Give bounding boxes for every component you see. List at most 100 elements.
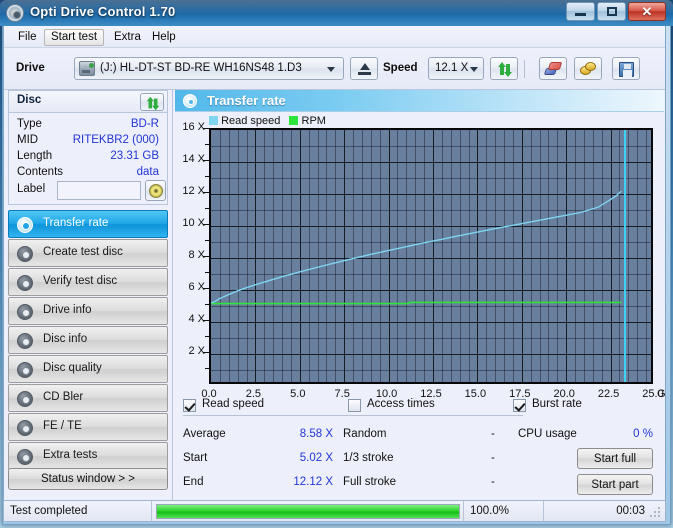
sidebar-item-cd-bler[interactable]: CD Bler — [8, 384, 168, 412]
stat-key-full-stroke: Full stroke — [343, 476, 397, 488]
time-cell: 00:03 — [543, 501, 653, 521]
menu-bar: File Start test Extra Help — [4, 26, 665, 48]
drive-select[interactable]: (J:) HL-DT-ST BD-RE WH16NS48 1.D3 — [74, 57, 344, 80]
page-title: Transfer rate — [207, 93, 286, 108]
disc-value-type: BD-R — [130, 118, 159, 130]
status-window-button[interactable]: Status window > > — [8, 468, 168, 490]
read-speed-checkbox[interactable] — [183, 399, 196, 412]
disc-quality-icon — [17, 362, 33, 378]
stat-value-start: 5.02 X — [299, 452, 333, 464]
y-axis-tick — [203, 352, 209, 353]
sidebar-item-label: Extra tests — [43, 449, 98, 461]
drive-info-icon — [17, 304, 33, 320]
disc-info-body: Type BD-R MID RITEKBR2 (000) Length 23.3… — [8, 112, 168, 205]
sidebar-nav: Transfer rate Create test disc Verify te… — [8, 210, 168, 471]
close-button[interactable]: ✕ — [628, 2, 666, 21]
stat-value-average: 8.58 X — [299, 428, 333, 440]
cd-bler-icon — [17, 391, 33, 407]
disc-group-title: Disc — [17, 94, 42, 106]
divider — [183, 415, 358, 416]
erase-disc-button[interactable] — [539, 57, 567, 80]
status-bar: Test completed 100.0% 00:03 — [3, 500, 666, 522]
menu-file[interactable]: File — [12, 29, 43, 46]
eject-button[interactable] — [350, 57, 378, 80]
panel-header: Transfer rate — [175, 90, 664, 112]
y-axis-tick-label: 14 X — [182, 153, 205, 165]
y-axis-tick — [203, 288, 209, 289]
sidebar-item-fe-te[interactable]: FE / TE — [8, 413, 168, 441]
speed-select[interactable]: 12.1 X — [428, 57, 484, 80]
refresh-drive-button[interactable] — [490, 57, 518, 80]
floppy-save-icon — [619, 62, 634, 77]
coins-icon — [580, 62, 597, 76]
sidebar-item-verify-test-disc[interactable]: Verify test disc — [8, 268, 168, 296]
sidebar-item-label: CD Bler — [43, 391, 84, 403]
divider — [348, 415, 523, 416]
sidebar-item-create-test-disc[interactable]: Create test disc — [8, 239, 168, 267]
transfer-rate-chart: 2 X4 X6 X8 X 10 X 12 X 14 X 16 X 0.0 2.5 5.0 7.5… — [173, 112, 665, 402]
disc-label-button[interactable] — [145, 180, 166, 201]
disc-row-type: Type BD-R — [9, 118, 167, 135]
start-part-button[interactable]: Start part — [577, 474, 653, 495]
percent-cell: 100.0% — [463, 501, 543, 521]
grip-dot — [658, 515, 660, 517]
menu-help[interactable]: Help — [146, 29, 182, 46]
disc-label-input[interactable] — [57, 181, 141, 200]
y-axis-minor-tick — [205, 272, 209, 273]
progress-bar-fill — [157, 505, 459, 518]
progress-cell — [153, 501, 463, 521]
speed-label: Speed — [383, 62, 418, 74]
menu-start-test[interactable]: Start test — [44, 29, 105, 46]
right-panel: Transfer rate Read speed RPM 2 X 4 X 6 X… — [172, 90, 665, 519]
sidebar-item-label: Disc info — [43, 333, 88, 345]
stat-key-start: Start — [183, 452, 208, 464]
transfer-rate-icon — [17, 217, 33, 233]
sidebar-item-label: Create test disc — [43, 246, 123, 258]
left-panel: Disc Type BD-R MID RITEKBR2 (000) Length… — [4, 90, 172, 519]
drive-toolbar: Drive (J:) HL-DT-ST BD-RE WH16NS48 1.D3 … — [4, 48, 665, 90]
disc-key-mid: MID — [17, 134, 39, 146]
sidebar-item-drive-info[interactable]: Drive info — [8, 297, 168, 325]
disc-key-label: Label — [17, 183, 46, 195]
y-axis-tick — [203, 128, 209, 129]
stat-value-random: - — [491, 428, 495, 440]
start-full-button[interactable]: Start full — [577, 448, 653, 469]
app-disc-icon — [6, 4, 24, 22]
refresh-disc-button[interactable] — [140, 93, 164, 111]
minimize-button[interactable] — [566, 2, 595, 21]
y-axis-minor-tick — [205, 240, 209, 241]
sidebar-item-disc-quality[interactable]: Disc quality — [8, 355, 168, 383]
maximize-icon — [598, 3, 625, 20]
burst-rate-label: Burst rate — [532, 398, 582, 410]
stat-key-end: End — [183, 476, 204, 488]
chart-options-row: Read speed Access times Burst rate 88.4 … — [173, 398, 665, 424]
disc-info-icon — [17, 333, 33, 349]
chevron-down-icon — [327, 67, 335, 72]
sidebar-item-transfer-rate[interactable]: Transfer rate — [8, 210, 168, 238]
sidebar-item-label: Verify test disc — [43, 275, 118, 287]
stat-value-one-third-stroke: - — [491, 452, 495, 464]
y-axis-tick-label: 2 X — [188, 345, 205, 357]
disc-group-header: Disc — [8, 90, 168, 112]
y-axis-tick-label: 10 X — [182, 217, 205, 229]
sidebar-item-disc-info[interactable]: Disc info — [8, 326, 168, 354]
title-bar: Opti Drive Control 1.70 ✕ — [0, 0, 673, 26]
menu-extra[interactable]: Extra — [108, 29, 147, 46]
sidebar-item-label: Drive info — [43, 304, 92, 316]
resize-grip[interactable] — [650, 507, 662, 519]
progress-bar — [156, 504, 460, 519]
disc-key-contents: Contents — [17, 166, 64, 178]
maximize-button[interactable] — [597, 2, 626, 21]
y-axis-tick-label: 4 X — [188, 313, 205, 325]
cd-disc-icon — [149, 184, 163, 198]
grip-dot — [658, 507, 660, 509]
access-times-checkbox[interactable] — [348, 399, 361, 412]
sidebar-item-extra-tests[interactable]: Extra tests — [8, 442, 168, 470]
save-button[interactable] — [612, 57, 640, 80]
stat-key-random: Random — [343, 428, 387, 440]
bookmark-button[interactable] — [574, 57, 602, 80]
y-axis-tick — [203, 320, 209, 321]
burst-rate-checkbox[interactable] — [513, 399, 526, 412]
progress-percent-label: 100.0% — [470, 505, 510, 517]
y-axis-tick — [203, 256, 209, 257]
